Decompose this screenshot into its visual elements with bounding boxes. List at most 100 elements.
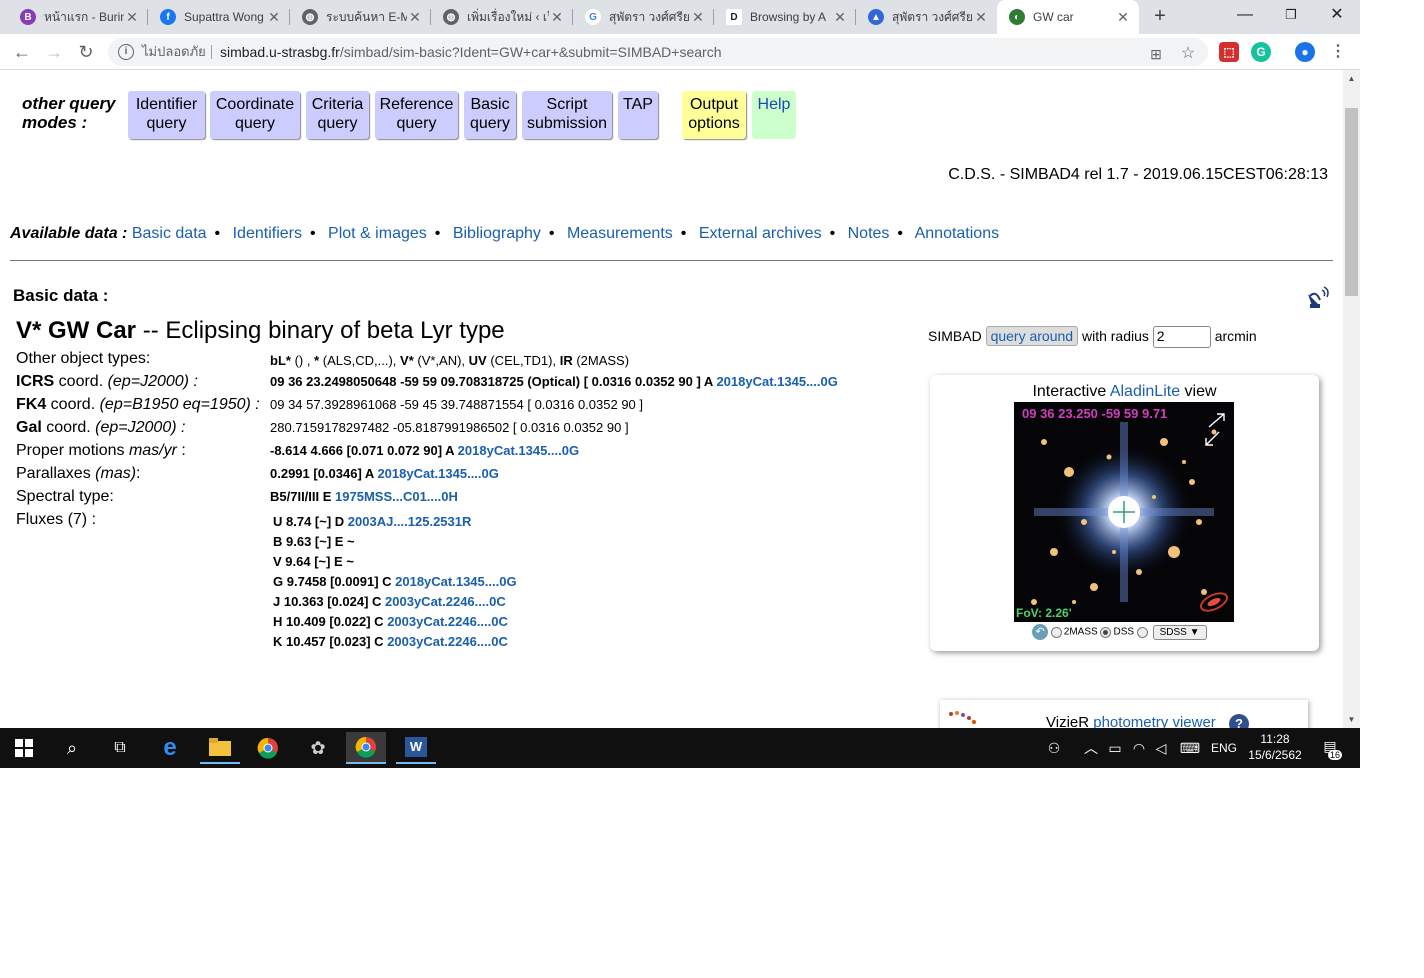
bookmark-star-icon[interactable]: ☆ xyxy=(1180,46,1196,62)
file-explorer-icon[interactable] xyxy=(200,732,240,764)
browser-tab-5[interactable]: G สุพัตรา วงศ์ศรียา ✕ xyxy=(573,0,714,34)
nav-basic-data[interactable]: Basic data xyxy=(132,225,207,242)
menu-kebab-icon[interactable]: ⋮ xyxy=(1328,42,1348,62)
nav-notes[interactable]: Notes xyxy=(848,225,890,242)
windows-start-icon[interactable] xyxy=(4,732,44,764)
people-icon[interactable]: ⚇ xyxy=(1044,738,1064,758)
chrome-active-icon[interactable] xyxy=(346,732,386,764)
new-tab-icon[interactable]: + xyxy=(1148,4,1172,28)
satellite-dish-icon[interactable] xyxy=(1304,284,1332,310)
battery-icon[interactable]: ▭ xyxy=(1106,738,1124,758)
keyboard-icon[interactable]: ⌨ xyxy=(1178,738,1202,758)
survey-dss-radio[interactable] xyxy=(1100,626,1112,638)
scroll-thumb[interactable] xyxy=(1345,108,1358,296)
scroll-up-icon[interactable]: ▲ xyxy=(1343,70,1360,87)
value-icrs: 09 36 23.2498050648 -59 59 09.708318725 … xyxy=(270,374,838,389)
survey-select[interactable]: SDSS ▼ xyxy=(1152,624,1207,640)
tab-title: เพิ่มเรื่องใหม่ ‹ เว็ xyxy=(467,9,549,24)
tab-close-icon[interactable]: ✕ xyxy=(832,9,848,26)
tab-close-icon[interactable]: ✕ xyxy=(1115,9,1131,26)
object-type: Eclipsing binary of beta Lyr type xyxy=(165,317,505,344)
browser-tab-3[interactable]: ◍ ระบบค้นหา E-M ✕ xyxy=(290,0,431,34)
basic-query-button[interactable]: Basic query xyxy=(464,91,516,139)
profile-avatar-icon[interactable]: ● xyxy=(1295,42,1315,62)
wifi-icon[interactable]: ◠ xyxy=(1130,738,1148,758)
query-around-button[interactable]: query around xyxy=(985,326,1079,346)
scroll-down-icon[interactable]: ▼ xyxy=(1343,711,1360,728)
tap-button[interactable]: TAP xyxy=(618,91,658,139)
tab-close-icon[interactable]: ✕ xyxy=(690,9,706,26)
minimize-icon[interactable]: — xyxy=(1222,0,1268,34)
flux-reference-link[interactable]: 2018yCat.1345....0G xyxy=(395,574,516,589)
survey-sdss-radio[interactable] xyxy=(1136,626,1148,638)
flux-row: U 8.74 [~] D 2003AJ....125.2531R xyxy=(273,514,472,529)
vertical-scrollbar[interactable]: ▲ ▼ xyxy=(1343,70,1360,728)
flux-reference-link[interactable]: 2003yCat.2246....0C xyxy=(387,634,508,649)
simbad-icon: ◐ xyxy=(1009,9,1025,25)
aladinlite-link[interactable]: AladinLite xyxy=(1110,383,1180,400)
flux-row: K 10.457 [0.023] C 2003yCat.2246....0C xyxy=(273,634,508,649)
nav-annotations[interactable]: Annotations xyxy=(915,225,1000,242)
nav-bibliography[interactable]: Bibliography xyxy=(453,225,541,242)
back-arrow-icon[interactable]: ↶ xyxy=(1032,624,1048,640)
volume-icon[interactable]: ◁ xyxy=(1152,738,1170,758)
notification-center-icon[interactable]: ▤ 16 xyxy=(1318,738,1342,760)
flux-reference-link[interactable]: 2003yCat.2246....0C xyxy=(387,614,508,629)
coordinate-query-button[interactable]: Coordinate query xyxy=(210,91,300,139)
browser-tab-active[interactable]: ◐ GW car ✕ xyxy=(997,0,1139,34)
help-icon[interactable]: ? xyxy=(1229,714,1249,728)
restore-icon[interactable]: ❐ xyxy=(1268,0,1314,34)
identifier-query-button[interactable]: Identifier query xyxy=(128,91,205,139)
back-icon[interactable]: ← xyxy=(10,40,34,64)
window-close-icon[interactable]: ✕ xyxy=(1314,0,1360,34)
chrome-icon[interactable] xyxy=(248,732,288,764)
reload-icon[interactable]: ↻ xyxy=(74,40,98,64)
reference-query-button[interactable]: Reference query xyxy=(375,91,458,139)
help-button[interactable]: Help xyxy=(752,91,796,139)
flux-reference-link[interactable]: 2003AJ....125.2531R xyxy=(348,514,472,529)
nav-measurements[interactable]: Measurements xyxy=(567,225,673,242)
radius-input[interactable]: 2 xyxy=(1152,326,1211,349)
language-indicator[interactable]: ENG xyxy=(1208,738,1240,758)
browser-tab-2[interactable]: f Supattra Wong ✕ xyxy=(148,0,290,34)
flux-reference-link[interactable]: 2003yCat.2246....0C xyxy=(385,594,506,609)
task-view-icon[interactable]: ⧉ xyxy=(100,732,140,764)
address-bar[interactable]: i ไม่ปลอดภัย simbad.u-strasbg.fr/simbad/… xyxy=(108,38,1208,66)
value-spectral-type: B5/7II/III E 1975MSS...C01....0H xyxy=(270,489,458,504)
translate-icon[interactable]: ⊞ xyxy=(1148,46,1164,62)
tab-close-icon[interactable]: ✕ xyxy=(124,9,140,26)
photometry-viewer-link[interactable]: photometry viewer xyxy=(1093,714,1216,728)
plx-reference-link[interactable]: 2018yCat.1345....0G xyxy=(377,466,498,481)
pm-reference-link[interactable]: 2018yCat.1345....0G xyxy=(458,443,579,458)
criteria-query-button[interactable]: Criteria query xyxy=(306,91,369,139)
tab-close-icon[interactable]: ✕ xyxy=(407,9,423,26)
icrs-reference-link[interactable]: 2018yCat.1345....0G xyxy=(716,374,837,389)
survey-2mass-radio[interactable] xyxy=(1050,626,1062,638)
forward-icon[interactable]: → xyxy=(42,40,66,64)
internet-explorer-icon[interactable]: e xyxy=(150,732,190,764)
script-submission-button[interactable]: Script submission xyxy=(522,91,612,139)
tab-favicon-icon: B xyxy=(20,9,36,25)
sptype-reference-link[interactable]: 1975MSS...C01....0H xyxy=(335,489,458,504)
grammarly-icon[interactable]: G xyxy=(1251,42,1271,62)
browser-tab-7[interactable]: ▲ สุพัตรา วงศ์ศรียา ✕ xyxy=(856,0,997,34)
tab-close-icon[interactable]: ✕ xyxy=(266,9,282,26)
tab-close-icon[interactable]: ✕ xyxy=(973,9,989,26)
clock[interactable]: 11:28 15/6/2562 xyxy=(1244,731,1306,763)
tab-close-icon[interactable]: ✕ xyxy=(549,9,565,26)
info-icon[interactable]: i xyxy=(118,44,134,60)
nav-identifiers[interactable]: Identifiers xyxy=(233,225,302,242)
photo-app-icon[interactable]: ✿ xyxy=(298,732,338,764)
browser-tab-6[interactable]: D Browsing by A ✕ xyxy=(714,0,856,34)
nav-external-archives[interactable]: External archives xyxy=(699,225,822,242)
nav-plot-images[interactable]: Plot & images xyxy=(328,225,427,242)
notification-count: 16 xyxy=(1327,750,1342,760)
sky-image[interactable] xyxy=(1014,402,1234,622)
browser-tab-1[interactable]: B หน้าแรก - Burin ✕ xyxy=(8,0,148,34)
browser-tab-4[interactable]: ◍ เพิ่มเรื่องใหม่ ‹ เว็ ✕ xyxy=(431,0,573,34)
tray-chevron-icon[interactable]: ︿ xyxy=(1082,738,1100,758)
search-icon[interactable]: ⌕ xyxy=(52,732,92,764)
pdf-extension-icon[interactable]: ⬚ xyxy=(1219,42,1239,62)
output-options-button[interactable]: Output options xyxy=(682,91,746,139)
word-icon[interactable]: W xyxy=(396,732,436,764)
